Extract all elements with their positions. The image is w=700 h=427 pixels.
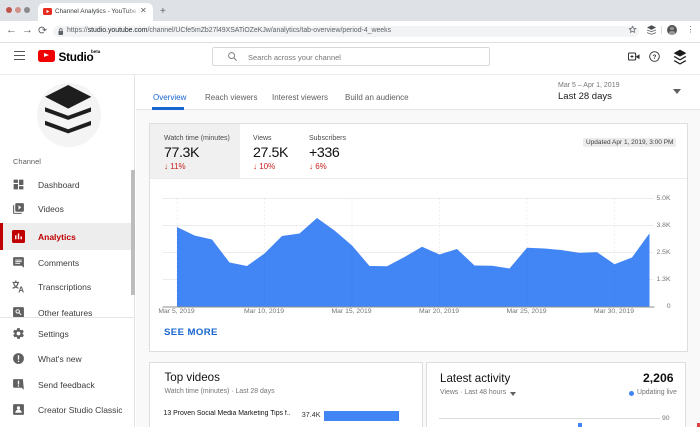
svg-text:?: ?: [653, 54, 657, 61]
svg-text:A: A: [18, 286, 24, 293]
